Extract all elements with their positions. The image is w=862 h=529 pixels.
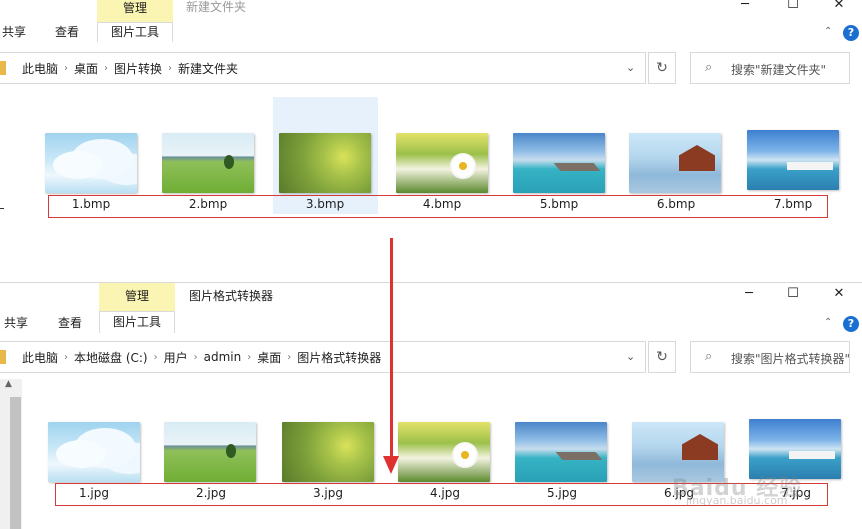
ribbon: 共享 查看 管理 图片工具 图片格式转换器 ─ ☐ ✕ ⌃ ? — [0, 283, 862, 333]
folder-icon — [0, 350, 6, 364]
breadcrumb-item[interactable]: 桌面 — [251, 349, 287, 366]
breadcrumb-item[interactable]: 此电脑 — [16, 349, 64, 366]
breadcrumb-item[interactable]: 图片转换 — [108, 60, 168, 77]
ribbon: 共享 查看 管理 图片工具 新建文件夹 ─ ☐ ✕ ⌃ ? — [0, 0, 862, 42]
minimize-icon[interactable]: ─ — [738, 0, 752, 12]
annotation-box — [48, 195, 828, 218]
manage-tab-group: 管理 图片工具 — [97, 0, 173, 42]
thumbnail[interactable] — [279, 133, 371, 193]
tab-view[interactable]: 查看 — [55, 22, 79, 42]
explorer-window-bmp: 共享 查看 管理 图片工具 新建文件夹 ─ ☐ ✕ ⌃ ? 此电脑 › 桌面 ›… — [0, 0, 862, 232]
annotation-arrow-shaft — [390, 238, 393, 460]
breadcrumb-item[interactable]: 用户 — [158, 349, 194, 366]
thumbnail[interactable] — [164, 422, 256, 482]
tab-manage[interactable]: 管理 — [99, 283, 175, 311]
breadcrumb-item[interactable]: 此电脑 — [16, 60, 64, 77]
breadcrumb-item[interactable]: 桌面 — [68, 60, 104, 77]
nav-scrollbar[interactable]: ▲ — [0, 379, 22, 529]
tab-view[interactable]: 查看 — [58, 313, 82, 333]
refresh-icon[interactable]: ↻ — [648, 52, 676, 84]
maximize-icon[interactable]: ☐ — [786, 0, 800, 12]
chevron-up-icon[interactable]: ⌃ — [824, 317, 832, 328]
annotation-arrow-head — [383, 456, 399, 474]
search-icon: ⌕ — [705, 349, 713, 364]
breadcrumb: 此电脑 › 桌面 › 图片转换 › 新建文件夹 — [0, 53, 244, 83]
maximize-icon[interactable]: ☐ — [786, 287, 800, 301]
watermark-url: jingyan.baidu.com — [686, 494, 788, 507]
search-input[interactable]: ⌕ 搜索"新建文件夹" — [690, 52, 850, 84]
thumbnail[interactable] — [396, 133, 488, 193]
thumbnail[interactable] — [48, 422, 140, 482]
thumbnail[interactable] — [162, 133, 254, 193]
help-icon[interactable]: ? — [843, 316, 859, 332]
chevron-up-icon[interactable]: ⌃ — [824, 26, 832, 37]
tab-manage[interactable]: 管理 — [97, 0, 173, 22]
nav-pane-edge — [0, 208, 4, 209]
thumbnail[interactable] — [398, 422, 490, 482]
thumbnail[interactable] — [513, 133, 605, 193]
breadcrumb: 此电脑 › 本地磁盘 (C:) › 用户 › admin › 桌面 › 图片格式… — [0, 342, 387, 372]
chevron-up-icon[interactable]: ▲ — [5, 379, 12, 389]
breadcrumb-item[interactable]: 图片格式转换器 — [291, 349, 387, 366]
breadcrumb-item[interactable]: admin — [198, 350, 248, 364]
thumbnail[interactable] — [747, 130, 839, 190]
tab-share[interactable]: 共享 — [2, 22, 26, 42]
scrollbar-thumb[interactable] — [10, 397, 21, 529]
search-icon: ⌕ — [705, 60, 713, 75]
breadcrumb-item[interactable]: 新建文件夹 — [172, 60, 244, 77]
tab-share[interactable]: 共享 — [4, 313, 28, 333]
thumbnail[interactable] — [629, 133, 721, 193]
window-title: 图片格式转换器 — [189, 289, 274, 303]
chevron-down-icon[interactable]: ⌄ — [626, 61, 635, 74]
window-title: 新建文件夹 — [186, 0, 247, 14]
refresh-icon[interactable]: ↻ — [648, 341, 676, 373]
minimize-icon[interactable]: ─ — [742, 287, 756, 301]
address-bar[interactable]: 此电脑 › 本地磁盘 (C:) › 用户 › admin › 桌面 › 图片格式… — [0, 341, 646, 373]
thumbnail[interactable] — [282, 422, 374, 482]
close-icon[interactable]: ✕ — [832, 287, 846, 301]
breadcrumb-item[interactable]: 本地磁盘 (C:) — [68, 349, 154, 366]
search-placeholder: 搜索"新建文件夹" — [731, 63, 827, 77]
help-icon[interactable]: ? — [843, 25, 859, 41]
manage-tab-group: 管理 图片工具 — [99, 283, 175, 333]
thumbnail[interactable] — [45, 133, 137, 193]
thumbnail[interactable] — [515, 422, 607, 482]
search-input[interactable]: ⌕ 搜索"图片格式转换器" — [690, 341, 850, 373]
chevron-down-icon[interactable]: ⌄ — [626, 350, 635, 363]
search-placeholder: 搜索"图片格式转换器" — [731, 352, 851, 366]
address-bar[interactable]: 此电脑 › 桌面 › 图片转换 › 新建文件夹 ⌄ — [0, 52, 646, 84]
tab-picture-tools[interactable]: 图片工具 — [99, 311, 175, 333]
tab-picture-tools[interactable]: 图片工具 — [97, 22, 173, 42]
close-icon[interactable]: ✕ — [832, 0, 846, 12]
folder-icon — [0, 61, 6, 75]
